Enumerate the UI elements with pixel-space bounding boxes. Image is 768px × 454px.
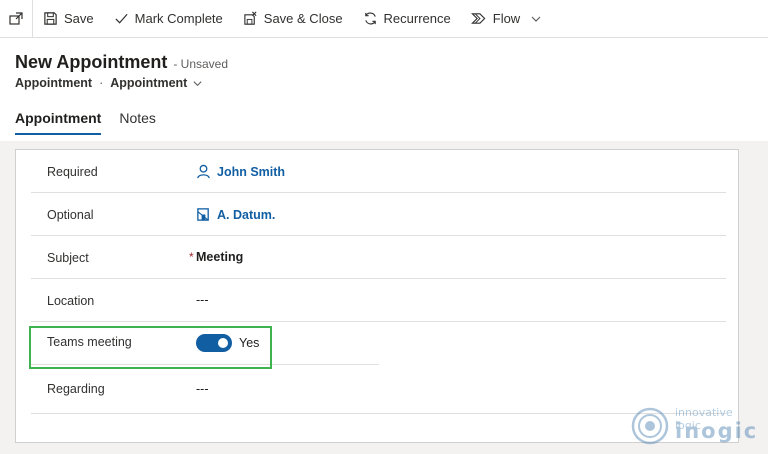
teams-meeting-highlight-box — [29, 326, 272, 369]
person-icon — [197, 164, 210, 179]
tab-appointment[interactable]: Appointment — [15, 110, 102, 135]
tab-notes[interactable]: Notes — [119, 110, 156, 135]
optional-attendee-value[interactable]: A. Datum. — [196, 207, 275, 222]
field-row-location: Location --- — [31, 279, 726, 322]
popout-icon — [9, 11, 23, 25]
field-label-regarding: Regarding — [47, 382, 105, 396]
save-close-button[interactable]: Save & Close — [233, 0, 353, 38]
mark-complete-label: Mark Complete — [134, 11, 223, 26]
mark-complete-button[interactable]: Mark Complete — [104, 0, 233, 38]
breadcrumb-entity: Appointment — [15, 76, 93, 90]
form-tabs: Appointment Notes — [15, 110, 174, 135]
flow-label: Flow — [492, 11, 521, 26]
field-row-regarding: Regarding --- — [31, 371, 726, 414]
field-row-optional: Optional A. Datum. — [31, 193, 726, 236]
save-icon — [44, 12, 57, 25]
field-label-optional: Optional — [47, 208, 94, 222]
recurrence-button[interactable]: Recurrence — [353, 0, 461, 38]
page-title: New Appointment — [15, 52, 168, 72]
chevron-down-icon — [531, 16, 541, 22]
field-label-location: Location — [47, 294, 95, 308]
form-section: Required John Smith Optional A. Datum. S… — [15, 149, 739, 443]
flow-icon — [470, 13, 486, 24]
breadcrumb: Appointment · Appointment — [15, 76, 203, 90]
command-bar: Save Mark Complete Save & Close Recurren… — [0, 0, 768, 38]
field-label-required: Required — [47, 165, 98, 179]
recurrence-icon — [364, 12, 376, 25]
inogic-logo-icon — [631, 407, 669, 445]
popout-button[interactable] — [0, 0, 33, 38]
save-label: Save — [64, 11, 94, 26]
breadcrumb-separator: · — [99, 76, 104, 90]
save-button[interactable]: Save — [33, 0, 104, 38]
account-icon — [197, 208, 209, 221]
chevron-down-icon[interactable] — [192, 78, 203, 89]
location-input[interactable]: --- — [196, 293, 209, 307]
page-header: New Appointment - Unsaved — [15, 52, 228, 73]
flow-button[interactable]: Flow — [461, 0, 552, 38]
watermark: innovative logic inogic — [630, 404, 760, 448]
field-row-required: Required John Smith — [31, 150, 726, 193]
save-close-label: Save & Close — [263, 11, 343, 26]
save-close-icon — [244, 11, 257, 25]
checkmark-icon — [115, 13, 128, 24]
recurrence-label: Recurrence — [383, 11, 451, 26]
form-selector[interactable]: Appointment — [110, 76, 187, 90]
regarding-input[interactable]: --- — [196, 382, 209, 396]
watermark-brand: inogic — [675, 419, 759, 443]
required-attendee-value[interactable]: John Smith — [196, 164, 285, 179]
optional-attendee-name: A. Datum. — [217, 207, 276, 222]
required-indicator: * — [189, 250, 194, 264]
subject-input[interactable]: Meeting — [196, 250, 243, 264]
field-label-subject: Subject — [47, 251, 89, 265]
required-attendee-name: John Smith — [217, 164, 286, 179]
save-status: - Unsaved — [173, 57, 229, 71]
field-row-subject: Subject * Meeting — [31, 236, 726, 279]
